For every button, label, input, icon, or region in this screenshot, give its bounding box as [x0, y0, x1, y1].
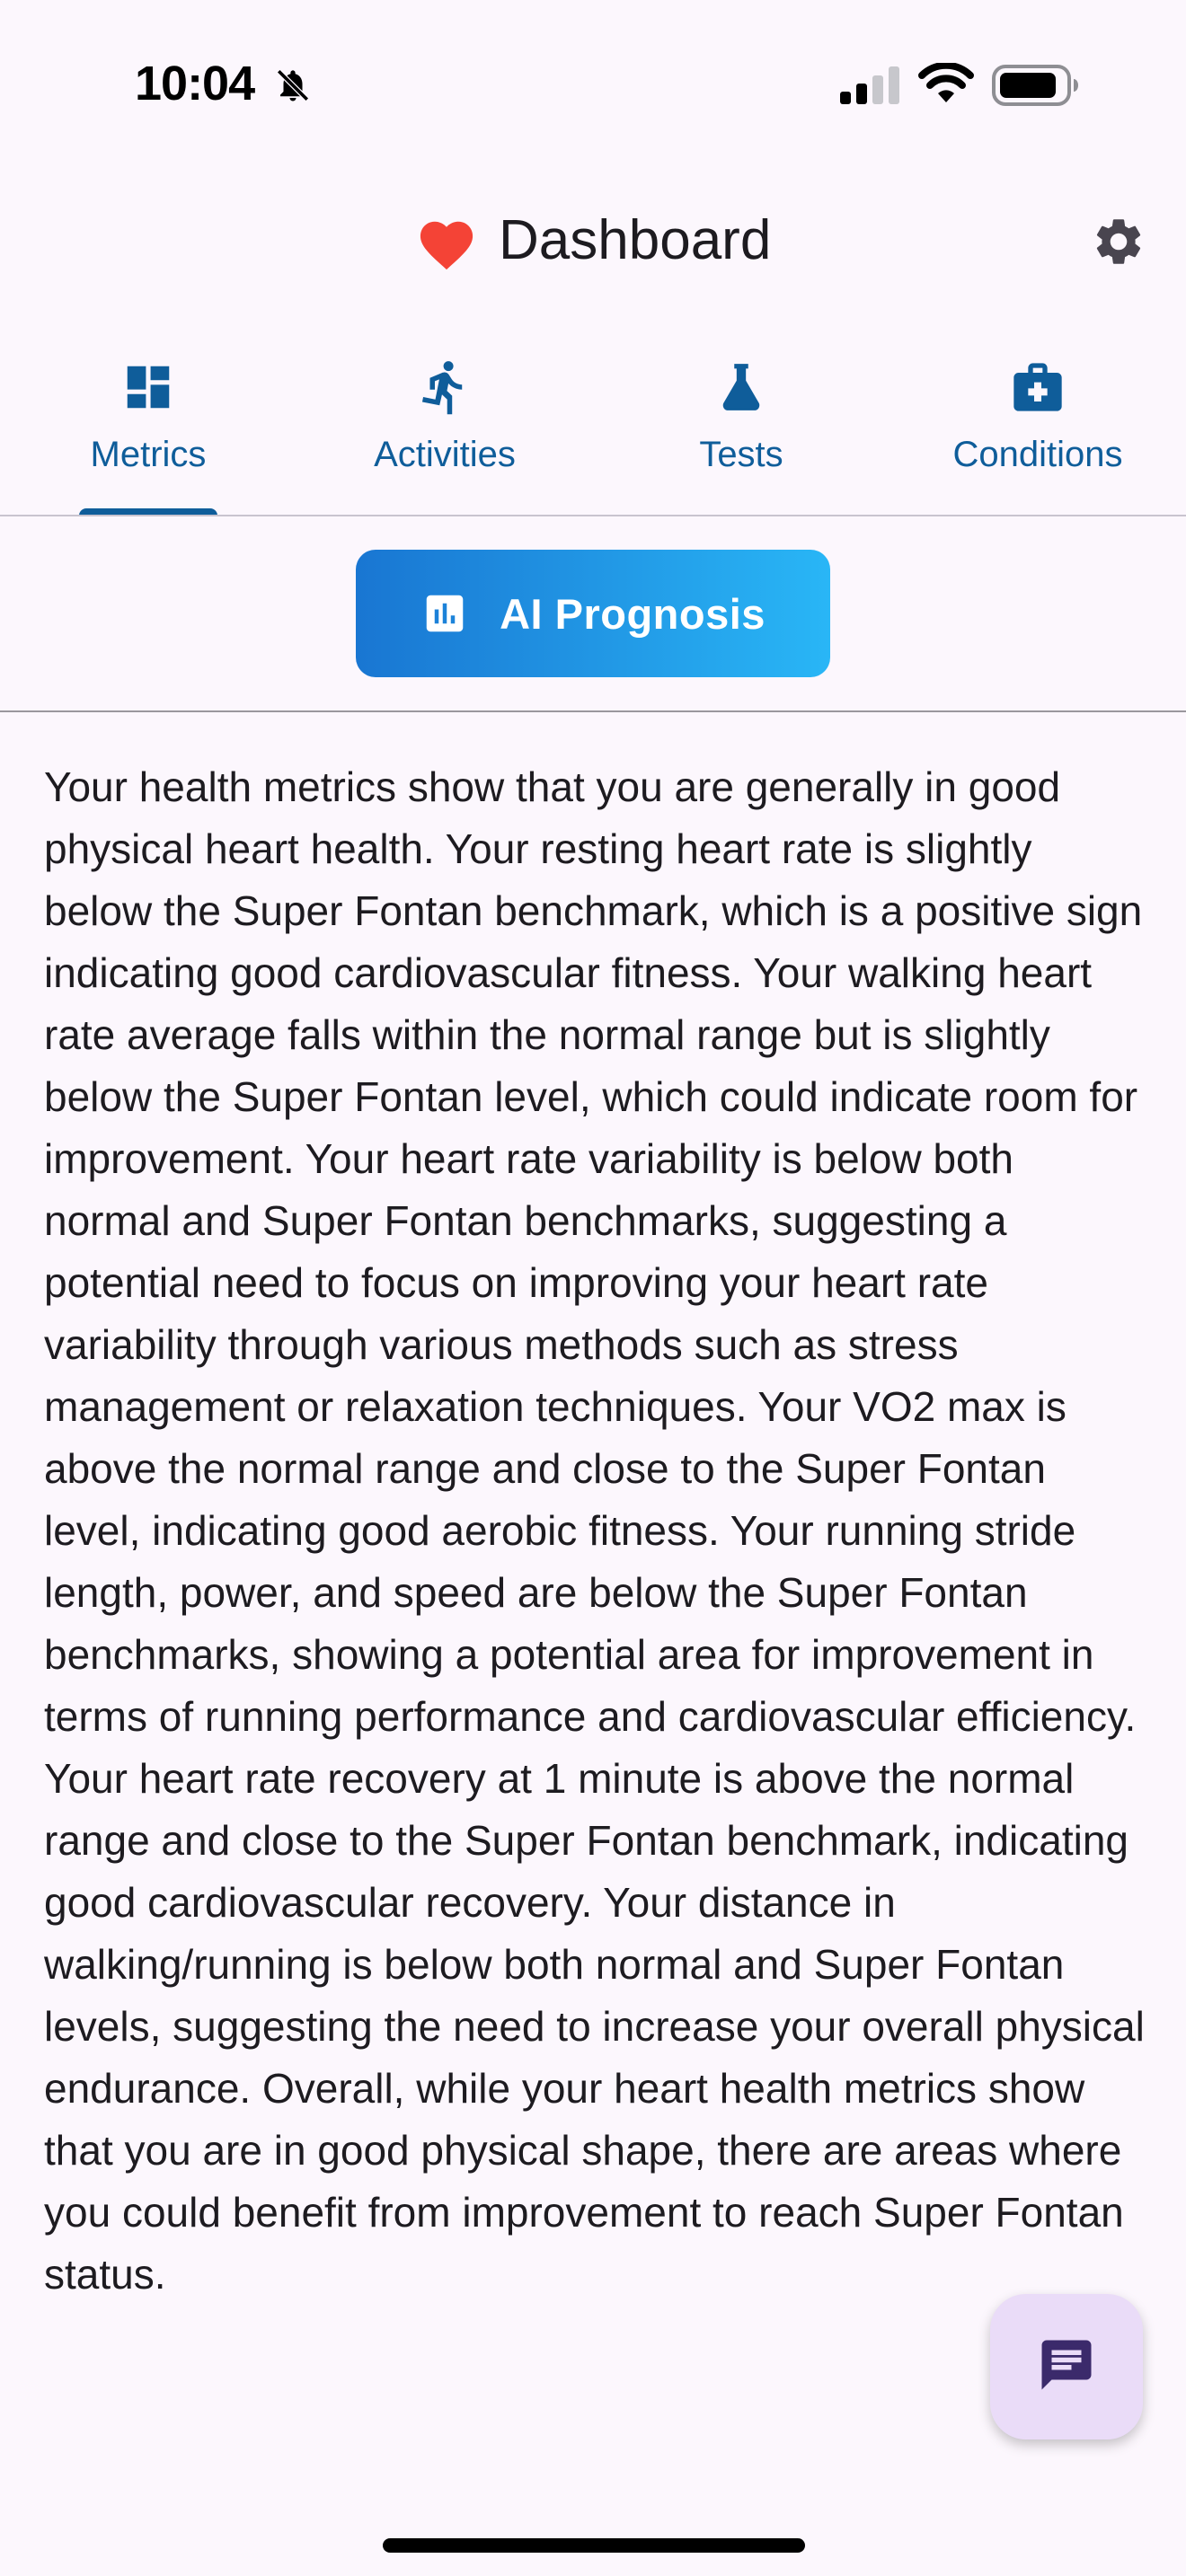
home-indicator [383, 2538, 805, 2553]
cellular-signal-icon [840, 66, 901, 109]
tab-label: Tests [699, 435, 783, 474]
section-divider [0, 710, 1186, 712]
wifi-icon [918, 61, 974, 110]
tab-label: Metrics [90, 435, 207, 474]
ai-prognosis-button[interactable]: AI Prognosis [356, 550, 830, 677]
tab-tests[interactable]: Tests [593, 341, 890, 516]
tab-activities[interactable]: Activities [296, 341, 593, 516]
tab-metrics[interactable]: Metrics [0, 341, 296, 516]
ai-prognosis-label: AI Prognosis [500, 589, 766, 638]
tab-label: Activities [374, 435, 516, 474]
bar-chart-icon [420, 589, 469, 638]
status-time: 10:04 [135, 57, 255, 110]
tab-bar-divider [0, 515, 1186, 516]
chat-button[interactable] [990, 2294, 1143, 2439]
battery-icon [992, 65, 1080, 110]
chat-icon [1037, 2335, 1096, 2399]
tab-label: Conditions [952, 435, 1123, 474]
running-icon [415, 357, 474, 421]
medical-kit-icon [1009, 358, 1067, 420]
prognosis-text: Your health metrics show that you are ge… [44, 763, 1145, 2298]
page-title: Dashboard [499, 209, 772, 271]
flask-icon [713, 359, 769, 419]
status-bar: 10:04 [0, 0, 1186, 180]
dashboard-icon [120, 359, 176, 419]
bell-slash-icon [274, 66, 312, 109]
gear-icon [1091, 214, 1146, 274]
tab-bar: Metrics Activities Tests Conditions [0, 341, 1186, 516]
settings-button[interactable] [1087, 212, 1150, 275]
heart-icon [415, 214, 478, 276]
tab-conditions[interactable]: Conditions [890, 341, 1186, 516]
